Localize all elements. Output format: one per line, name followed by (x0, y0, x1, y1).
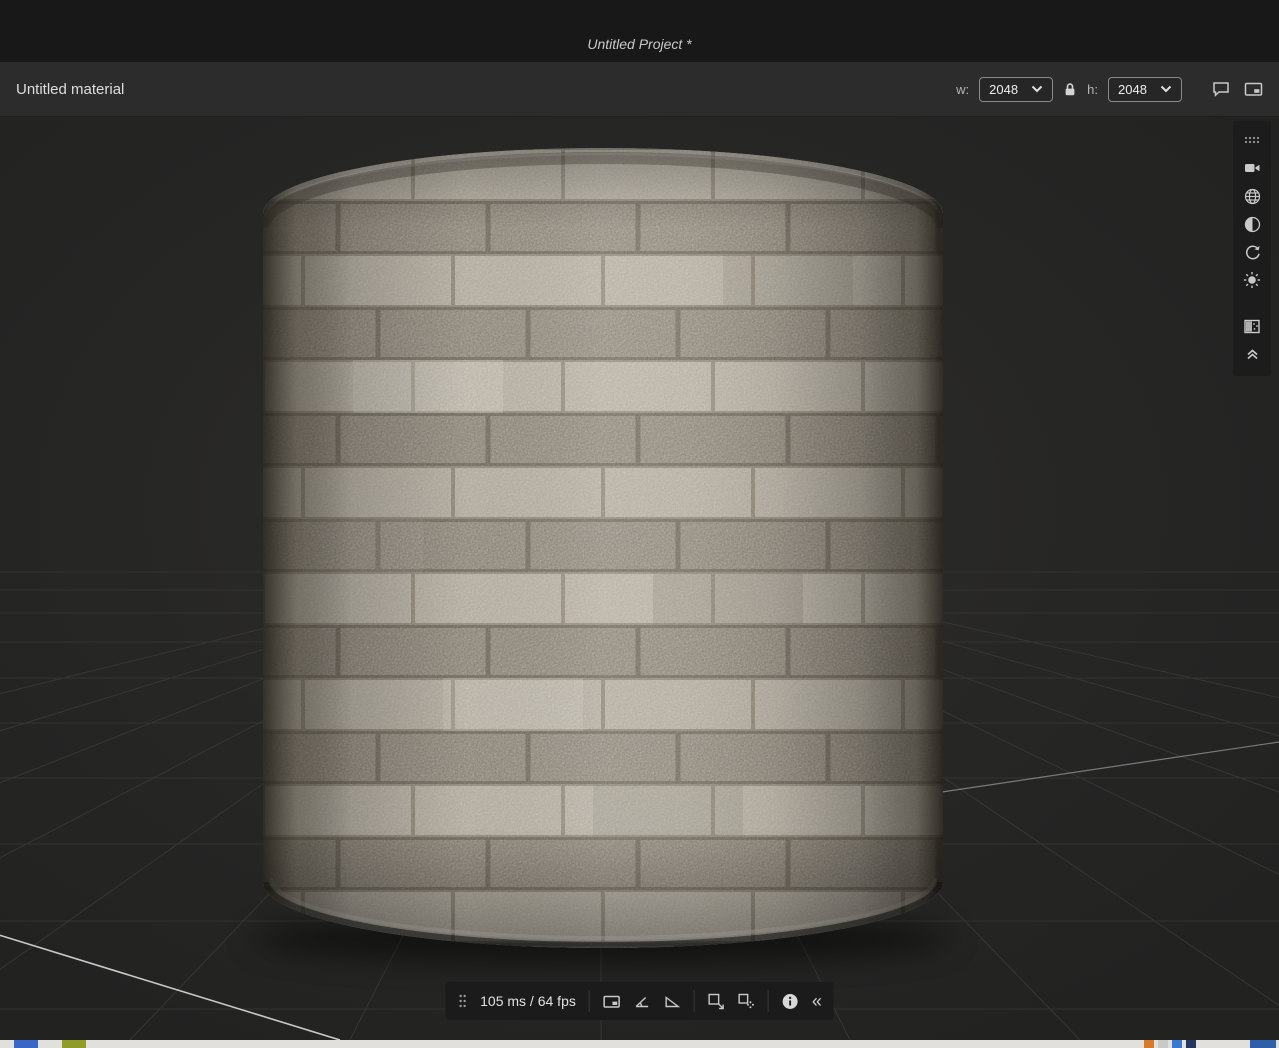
export-maps-icon[interactable] (738, 993, 755, 1010)
os-taskbar[interactable] (0, 1040, 1279, 1048)
material-name: Untitled material (16, 81, 124, 98)
width-value: 2048 (989, 82, 1018, 97)
height-dropdown[interactable]: 2048 (1108, 77, 1182, 102)
taskbar-app-icon[interactable] (1172, 1040, 1182, 1048)
taskbar-app-icon[interactable] (62, 1040, 86, 1048)
chevron-down-icon (1031, 85, 1043, 93)
taskbar-app-icon[interactable] (1158, 1040, 1168, 1048)
collapse-up-icon[interactable] (1233, 340, 1271, 368)
width-label: w: (956, 82, 969, 97)
viewport-right-toolbar (1233, 121, 1271, 376)
incline-angle-icon[interactable] (664, 993, 681, 1009)
rotation-angle-icon[interactable] (634, 993, 651, 1009)
toolbar-separator (694, 990, 695, 1012)
rotate-reset-icon[interactable] (1233, 238, 1271, 266)
project-title: Untitled Project * (587, 36, 691, 52)
material-ball-icon[interactable] (1233, 210, 1271, 238)
fullscreen-icon[interactable] (1244, 81, 1263, 97)
taskbar-app-icon[interactable] (14, 1040, 38, 1048)
display-icon[interactable] (603, 994, 621, 1009)
header-icon-group (1212, 81, 1263, 97)
toolbar-separator (589, 990, 590, 1012)
window-titlebar: Untitled Project * (0, 0, 1279, 62)
width-dropdown[interactable]: 2048 (979, 77, 1053, 102)
height-label: h: (1087, 82, 1098, 97)
chevron-down-icon (1160, 85, 1172, 93)
toolbar-grip-icon[interactable] (1233, 126, 1271, 154)
fps-stats: 105 ms / 64 fps (480, 993, 576, 1009)
viewport-bottom-toolbar: 105 ms / 64 fps (445, 982, 834, 1020)
taskbar-app-icon[interactable] (1250, 1040, 1276, 1048)
texture-maps-icon[interactable] (1233, 312, 1271, 340)
material-cylinder (263, 148, 943, 948)
comment-icon[interactable] (1212, 81, 1230, 97)
drag-handle-icon[interactable] (457, 993, 467, 1009)
3d-viewport[interactable]: 105 ms / 64 fps (0, 117, 1279, 1040)
camera-icon[interactable] (1233, 154, 1271, 182)
taskbar-app-icon[interactable] (1186, 1040, 1196, 1048)
environment-sphere-icon[interactable] (1233, 182, 1271, 210)
collapse-left-icon[interactable]: « (812, 992, 822, 1010)
aspect-lock-icon[interactable] (1063, 82, 1077, 97)
export-image-icon[interactable] (708, 993, 725, 1010)
sun-light-icon[interactable] (1233, 266, 1271, 294)
material-header: Untitled material w: 2048 h: 2048 (0, 62, 1279, 117)
taskbar-app-icon[interactable] (1144, 1040, 1154, 1048)
height-value: 2048 (1118, 82, 1147, 97)
toolbar-separator (768, 990, 769, 1012)
info-icon[interactable] (782, 993, 799, 1010)
size-controls: w: 2048 h: 2048 (956, 77, 1263, 102)
